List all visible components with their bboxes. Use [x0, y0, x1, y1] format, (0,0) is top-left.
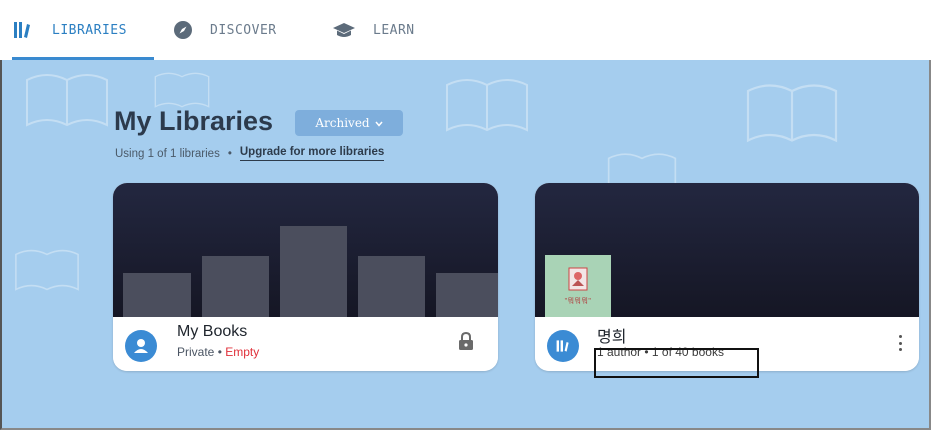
- tab-libraries[interactable]: LIBRARIES: [12, 0, 154, 60]
- library-card-footer: My Books Private • Empty: [113, 317, 498, 371]
- library-status: Empty: [225, 345, 260, 359]
- chevron-down-icon: [375, 116, 383, 130]
- lock-icon: [458, 331, 474, 356]
- more-vert-icon[interactable]: [895, 331, 905, 355]
- library-name: My Books: [177, 323, 248, 340]
- cover-shelf-bar: [358, 256, 425, 317]
- usage-line: Using 1 of 1 libraries • Upgrade for mor…: [115, 146, 385, 161]
- usage-text: Using 1 of 1 libraries: [115, 147, 220, 160]
- library-name: 명희: [597, 329, 627, 346]
- library-card-shared[interactable]: "뭐뭐뭐" 명희 1 author • 1 of 40 books: [535, 183, 919, 371]
- background-book-icon: [15, 249, 79, 291]
- background-book-icon: [746, 84, 838, 143]
- cover-shelf-bar: [280, 226, 347, 317]
- tab-discover-label: DISCOVER: [210, 22, 277, 38]
- tab-learn[interactable]: LEARN: [331, 0, 415, 60]
- library-meta: Private • Empty: [177, 345, 259, 359]
- library-avatar-icon: [547, 330, 579, 362]
- libraries-page: My Libraries Archived Using 1 of 1 libra…: [2, 60, 929, 428]
- libraries-icon: [12, 20, 34, 40]
- library-cover: "뭐뭐뭐": [535, 183, 919, 317]
- separator-dot: •: [214, 345, 226, 359]
- user-avatar-icon: [125, 330, 157, 362]
- separator-dot: •: [227, 147, 232, 160]
- cover-shelf-bar: [202, 256, 269, 317]
- library-privacy: Private: [177, 345, 215, 359]
- cover-shelf-bar: [123, 273, 191, 317]
- upgrade-link[interactable]: Upgrade for more libraries: [239, 146, 385, 161]
- background-book-icon: [446, 79, 528, 132]
- graduation-cap-icon: [331, 21, 357, 39]
- library-card-my-books[interactable]: My Books Private • Empty: [113, 183, 498, 371]
- library-meta: 1 author • 1 of 40 books: [597, 345, 724, 359]
- tab-libraries-label: LIBRARIES: [52, 22, 127, 38]
- book-thumbnail[interactable]: "뭐뭐뭐": [545, 255, 611, 317]
- background-book-icon: [26, 74, 108, 127]
- page-title: My Libraries: [114, 106, 274, 136]
- library-card-footer: 명희 1 author • 1 of 40 books: [535, 317, 919, 371]
- library-cover: [113, 183, 498, 317]
- archived-dropdown[interactable]: Archived: [295, 110, 403, 136]
- background-book-icon: [154, 72, 210, 108]
- book-cover-illustration-icon: [568, 267, 588, 291]
- tab-learn-label: LEARN: [373, 22, 415, 38]
- cover-shelf-bar: [436, 273, 498, 317]
- book-thumbnail-text: "뭐뭐뭐": [564, 298, 592, 305]
- top-nav: LIBRARIES DISCOVER LEARN: [0, 0, 931, 60]
- archived-label: Archived: [315, 116, 370, 130]
- tab-discover[interactable]: DISCOVER: [172, 0, 277, 60]
- compass-icon: [172, 20, 194, 40]
